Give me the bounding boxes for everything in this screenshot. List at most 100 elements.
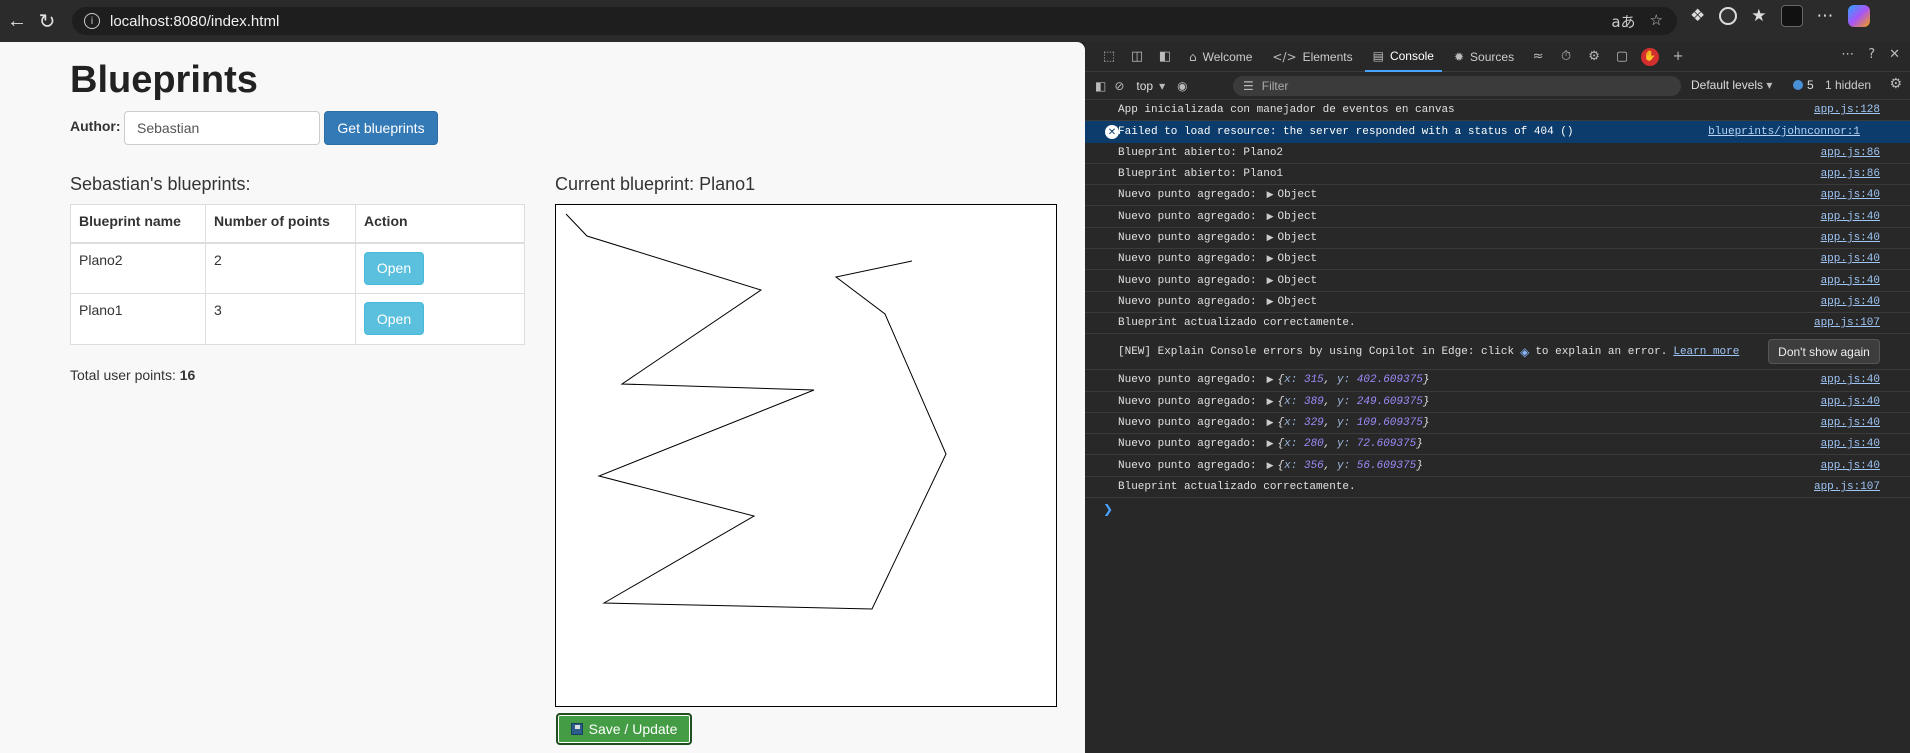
site-info-icon[interactable]: i [84, 13, 100, 29]
object-preview[interactable]: {x: 389, y: 249.609375} [1278, 396, 1430, 408]
get-blueprints-button[interactable]: Get blueprints [324, 111, 438, 145]
dont-show-again-button[interactable]: Don't show again [1768, 339, 1880, 365]
log-levels-dropdown[interactable]: Default levels ▾ [1691, 78, 1772, 92]
object-expander[interactable]: Object [1278, 232, 1318, 244]
object-expander[interactable]: Object [1278, 189, 1318, 201]
learn-more-link[interactable]: Learn more [1673, 346, 1739, 358]
source-link[interactable]: app.js:40 [1821, 275, 1880, 287]
expand-triangle-icon[interactable]: ▶ [1267, 254, 1274, 264]
expand-triangle-icon[interactable]: ▶ [1267, 439, 1274, 449]
source-link[interactable]: app.js:86 [1821, 168, 1880, 180]
expand-triangle-icon[interactable]: ▶ [1267, 297, 1274, 307]
object-preview[interactable]: {x: 329, y: 109.609375} [1278, 417, 1430, 429]
hand-stop-icon: ✋ [1641, 47, 1660, 66]
more-menu-icon[interactable]: ⋯ [1817, 6, 1834, 26]
help-icon[interactable]: ? [1868, 47, 1875, 62]
close-devtools-icon[interactable]: ✕ [1889, 47, 1900, 62]
table-row: Plano2 2 Open [70, 242, 525, 294]
open-button[interactable]: Open [364, 251, 424, 285]
save-update-button[interactable]: Save / Update [556, 713, 692, 745]
favorite-star-icon[interactable]: ☆ [1650, 11, 1663, 32]
log-line: Nuevo punto agregado: ▶ {x: 389, y: 249.60… [1085, 392, 1910, 413]
tab-console[interactable]: ▤ Console [1364, 42, 1442, 72]
log-line: Blueprint actualizado correctamente. app.… [1085, 477, 1910, 499]
issues-badge[interactable]: 5 [1793, 78, 1814, 92]
inspect-icon[interactable]: ⬚ [1097, 45, 1121, 69]
tab-elements[interactable]: </> Elements [1264, 42, 1360, 72]
devtools-tabs: ⬚ ◫ ◧ ⌂ Welcome </> Elements ▤ Console ✹ Sou… [1085, 42, 1910, 72]
source-link[interactable]: app.js:40 [1821, 417, 1880, 429]
blueprint-canvas[interactable] [555, 204, 1057, 707]
source-link[interactable]: app.js:40 [1821, 296, 1880, 308]
extensions-icon[interactable]: ❖ [1690, 6, 1705, 26]
author-input[interactable] [124, 111, 320, 145]
object-expander[interactable]: Object [1278, 296, 1318, 308]
sidebar-toggle-icon[interactable]: ◧ [1095, 79, 1106, 93]
log-line: Nuevo punto agregado: ▶ Object app.js:40 [1085, 185, 1910, 207]
source-link[interactable]: app.js:86 [1821, 147, 1880, 159]
network-icon[interactable]: ≈ [1526, 45, 1550, 69]
expand-triangle-icon[interactable]: ▶ [1267, 276, 1274, 286]
filter-icon: ☰ [1243, 79, 1254, 93]
source-link[interactable]: app.js:40 [1821, 438, 1880, 450]
col-number-of-points: Number of points [205, 204, 356, 244]
add-tab-icon[interactable]: + [1666, 45, 1690, 69]
object-preview[interactable]: {x: 280, y: 72.609375} [1278, 438, 1423, 450]
source-link[interactable]: blueprints/johnconnor:1 [1708, 126, 1860, 138]
dock-icon[interactable]: ◧ [1153, 45, 1177, 69]
object-preview[interactable]: {x: 315, y: 402.609375} [1278, 374, 1430, 386]
console-settings-gear-icon[interactable]: ⚙ [1889, 76, 1902, 92]
total-user-points: Total user points: 16 [70, 367, 196, 383]
source-link[interactable]: app.js:40 [1821, 374, 1880, 386]
live-expression-eye-icon[interactable]: ◉ [1177, 79, 1187, 93]
object-expander[interactable]: Object [1278, 211, 1318, 223]
application-icon[interactable]: ▢ [1610, 45, 1634, 69]
back-arrow-icon[interactable]: ← [0, 4, 34, 38]
performance-icon[interactable]: ⏱ [1554, 45, 1578, 69]
read-aloud-icon[interactable]: a​あ [1611, 11, 1635, 32]
expand-triangle-icon[interactable]: ▶ [1267, 461, 1274, 471]
filter-input[interactable]: ☰ Filter [1233, 76, 1681, 96]
object-expander[interactable]: Object [1278, 253, 1318, 265]
log-line: Nuevo punto agregado: ▶ Object app.js:40 [1085, 249, 1910, 271]
more-options-icon[interactable]: ⋯ [1841, 47, 1854, 62]
open-button[interactable]: Open [364, 302, 424, 335]
source-link[interactable]: app.js:107 [1814, 481, 1880, 493]
source-link[interactable]: app.js:128 [1814, 104, 1880, 116]
expand-triangle-icon[interactable]: ▶ [1267, 190, 1274, 200]
object-expander[interactable]: Object [1278, 275, 1318, 287]
log-line: Nuevo punto agregado: ▶ Object app.js:40 [1085, 228, 1910, 250]
bug-icon: ✹ [1453, 49, 1465, 64]
source-link[interactable]: app.js:40 [1821, 253, 1880, 265]
device-emulation-icon[interactable]: ◫ [1125, 45, 1149, 69]
log-line: Nuevo punto agregado: ▶ Object app.js:40 [1085, 270, 1910, 292]
expand-triangle-icon[interactable]: ▶ [1267, 212, 1274, 222]
context-selector[interactable]: top ▾ [1132, 77, 1169, 95]
stop-icon[interactable]: ✋ [1638, 45, 1662, 69]
log-line: Nuevo punto agregado: ▶ {x: 356, y: 56.609… [1085, 455, 1910, 477]
source-link[interactable]: app.js:107 [1814, 317, 1880, 329]
console-prompt[interactable]: ❯ [1085, 498, 1910, 520]
home-icon: ⌂ [1189, 49, 1197, 64]
tab-welcome[interactable]: ⌂ Welcome [1181, 42, 1260, 72]
source-link[interactable]: app.js:40 [1821, 189, 1880, 201]
expand-triangle-icon[interactable]: ▶ [1267, 233, 1274, 243]
expand-triangle-icon[interactable]: ▶ [1267, 375, 1274, 385]
favorites-icon[interactable]: ★ [1751, 6, 1766, 26]
expand-triangle-icon[interactable]: ▶ [1267, 397, 1274, 407]
object-preview[interactable]: {x: 356, y: 56.609375} [1278, 460, 1423, 472]
profile-avatar[interactable] [1780, 5, 1803, 27]
settings-gear-icon[interactable]: ⚙ [1582, 45, 1606, 69]
source-link[interactable]: app.js:40 [1821, 396, 1880, 408]
current-blueprint-title: Current blueprint: Plano1 [555, 174, 756, 194]
tab-sources[interactable]: ✹ Sources [1446, 42, 1522, 72]
refresh-icon[interactable]: ↻ [30, 4, 64, 38]
extension-icon[interactable] [1719, 7, 1738, 25]
address-bar[interactable]: i localhost:8080/index.html a​あ ☆ [72, 7, 1677, 35]
copilot-icon[interactable] [1847, 5, 1870, 27]
source-link[interactable]: app.js:40 [1821, 232, 1880, 244]
expand-triangle-icon[interactable]: ▶ [1267, 418, 1274, 428]
clear-console-icon[interactable]: ⊘ [1114, 79, 1124, 93]
source-link[interactable]: app.js:40 [1821, 211, 1880, 223]
source-link[interactable]: app.js:40 [1821, 460, 1880, 472]
